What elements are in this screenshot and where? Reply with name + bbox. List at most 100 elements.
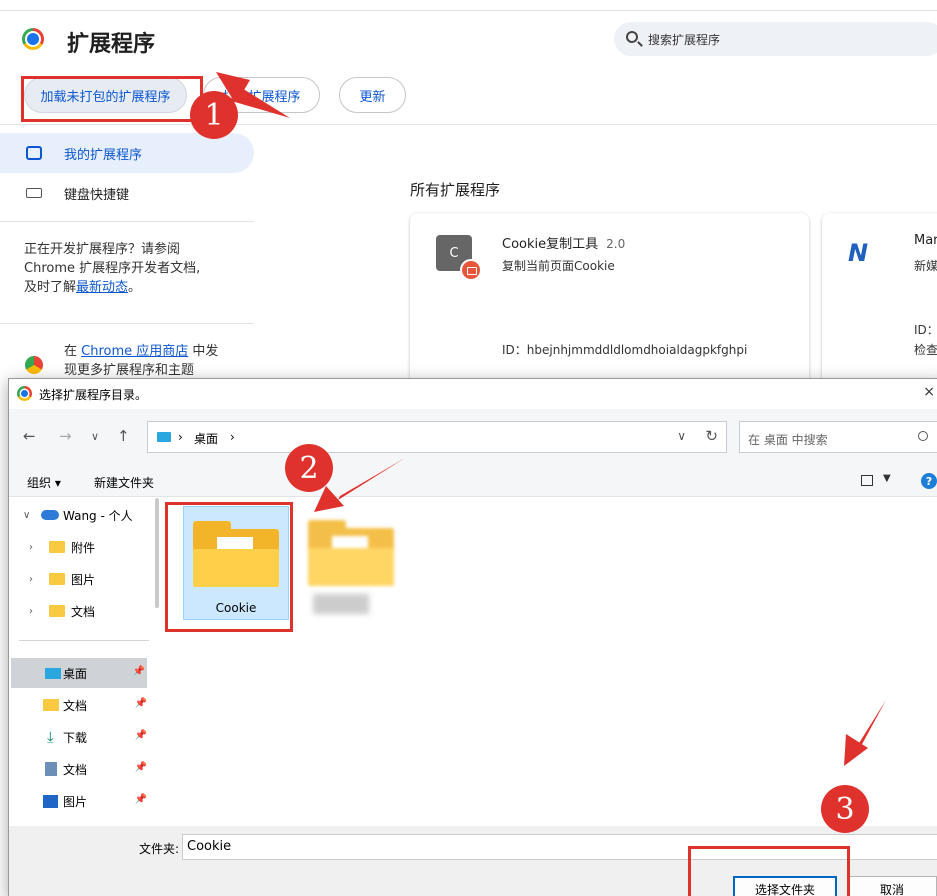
search-icon	[918, 431, 928, 441]
annotation-step-1: 1	[190, 91, 238, 139]
breadcrumb-separator-icon: ›	[178, 430, 183, 444]
update-button[interactable]: 更新	[339, 77, 406, 113]
sidebar-divider	[0, 221, 254, 222]
extensions-search-input[interactable]: 搜索扩展程序	[614, 22, 937, 56]
page-title: 扩展程序	[67, 32, 156, 57]
tree-item-label: 桌面	[63, 666, 88, 681]
caret-down-icon[interactable]: ▼	[883, 473, 891, 484]
pin-icon: 📌	[134, 762, 147, 773]
tree-item-label: 图片	[71, 572, 96, 587]
folder-search-placeholder: 在 桌面 中搜索	[748, 433, 828, 447]
command-bar: 组织 ▾ 新建文件夹 ▼ ?	[9, 465, 937, 497]
expand-arrow-icon[interactable]: ›	[29, 542, 33, 553]
sidebar-item-label: 键盘快捷键	[64, 187, 130, 203]
new-folder-button[interactable]: 新建文件夹	[94, 474, 154, 491]
tree-separator	[19, 640, 149, 641]
forward-arrow-icon[interactable]: →	[59, 427, 72, 445]
quick-access-desktop[interactable]: 桌面 📌	[11, 658, 147, 688]
tree-item-label: 图片	[63, 794, 88, 809]
cloud-icon	[41, 510, 59, 520]
blurred-folder-name	[313, 594, 369, 614]
quick-access-documents[interactable]: 文档 📌	[9, 690, 149, 720]
sidebar-divider	[0, 323, 254, 324]
annotation-step-2: 2	[285, 444, 333, 492]
puzzle-icon	[26, 146, 42, 160]
dev-info-text: 正在开发扩展程序？请参阅 Chrome 扩展程序开发者文档, 及时了解最新动态。	[24, 242, 201, 295]
extension-version: 2.0	[606, 237, 626, 251]
extension-id: ID：hbejnhjmmddldlomdhoialdagpkfghpi	[502, 343, 748, 357]
close-icon[interactable]: ×	[923, 384, 935, 400]
refresh-icon[interactable]: ↻	[705, 427, 718, 445]
breadcrumb-desktop[interactable]: 桌面	[194, 430, 218, 447]
sidebar-item-keyboard-shortcuts[interactable]: 键盘快捷键	[0, 173, 254, 213]
folder-icon	[49, 605, 65, 617]
latest-news-link[interactable]: 最新动态	[76, 280, 128, 295]
pin-icon: 📌	[132, 666, 145, 677]
top-border	[0, 10, 937, 11]
extension-description: 复制当前页面Cookie	[502, 259, 615, 273]
tree-item-label: 附件	[71, 540, 96, 555]
sidebar-item-label: 我的扩展程序	[64, 147, 143, 163]
breadcrumb-separator-icon: ›	[230, 430, 235, 444]
folder-search-input[interactable]: 在 桌面 中搜索	[739, 421, 937, 453]
extension-card-second[interactable]: N Mar 新媒 ID： 检查	[822, 213, 937, 393]
chevron-down-icon[interactable]: ∨	[677, 429, 686, 443]
tree-item-label: 下载	[63, 730, 88, 745]
annotation-box-3	[688, 846, 850, 896]
recent-dropdown-icon[interactable]: ∨	[91, 430, 99, 443]
folder-icon	[43, 699, 59, 711]
extension-description: 新媒	[914, 259, 937, 273]
extension-inspect: 检查	[914, 343, 937, 357]
quick-access-pictures[interactable]: 图片 📌	[9, 786, 149, 816]
tree-item-label: Wang - 个人	[63, 508, 133, 523]
extension-name: Cookie复制工具 2.0	[502, 237, 626, 252]
expand-arrow-icon[interactable]: ›	[29, 574, 33, 585]
dialog-titlebar: 选择扩展程序目录。 ×	[9, 379, 937, 409]
annotation-step-3: 3	[821, 785, 869, 833]
dialog-title: 选择扩展程序目录。	[39, 388, 148, 402]
keyboard-icon	[26, 188, 42, 198]
tree-item-pictures[interactable]: › 图片	[9, 564, 149, 594]
folder-icon	[49, 541, 65, 553]
address-bar[interactable]: › 桌面 › ∨ ↻	[147, 421, 727, 453]
extension-id: ID：	[914, 323, 937, 337]
annotation-box-1	[21, 76, 203, 122]
quick-access-downloads[interactable]: ⤓ 下载 📌	[9, 722, 149, 752]
up-arrow-icon[interactable]: ↑	[117, 427, 130, 445]
download-icon: ⤓	[47, 728, 54, 746]
chrome-store-link[interactable]: Chrome 应用商店	[81, 344, 188, 359]
view-options-icon[interactable]	[861, 475, 873, 486]
extension-card-cookie[interactable]: C Cookie复制工具 2.0 复制当前页面Cookie ID：hbejnhjm…	[410, 213, 809, 393]
store-info-text: 在 Chrome 应用商店 中发 现更多扩展程序和主题	[64, 344, 219, 378]
back-arrow-icon[interactable]: ←	[23, 427, 36, 445]
camera-badge-icon	[460, 259, 482, 281]
chrome-logo-icon	[17, 386, 32, 401]
pictures-icon	[43, 795, 58, 808]
quick-access-docs[interactable]: 文档 📌	[9, 754, 149, 784]
document-icon	[45, 762, 57, 776]
select-folder-dialog: 选择扩展程序目录。 × ← → ∨ ↑ › 桌面 › ∨ ↻ 在 桌面 中搜索 …	[8, 378, 937, 896]
help-icon[interactable]: ?	[921, 473, 937, 489]
extension-name: Mar	[914, 233, 937, 248]
desktop-icon	[157, 432, 171, 442]
search-placeholder: 搜索扩展程序	[648, 33, 721, 47]
tree-item-onedrive[interactable]: ∨ Wang - 个人	[9, 500, 149, 530]
extension-logo-icon: N	[848, 239, 869, 267]
all-extensions-title: 所有扩展程序	[410, 181, 501, 199]
expand-arrow-icon[interactable]: ›	[29, 606, 33, 617]
tree-scrollbar[interactable]	[155, 498, 159, 608]
navigation-tree: ∨ Wang - 个人 › 附件 › 图片 › 文档 桌面 📌 文档 📌 ⤓ 下…	[9, 498, 157, 826]
tree-item-attachments[interactable]: › 附件	[9, 532, 149, 562]
expand-arrow-icon[interactable]: ∨	[23, 510, 30, 521]
organize-button[interactable]: 组织 ▾	[27, 474, 61, 491]
folder-item-blurred[interactable]	[299, 506, 405, 620]
pin-icon: 📌	[134, 730, 147, 741]
tree-item-documents[interactable]: › 文档	[9, 596, 149, 626]
tree-item-label: 文档	[63, 698, 88, 713]
sidebar-item-my-extensions[interactable]: 我的扩展程序	[0, 133, 254, 173]
header-divider	[0, 124, 937, 125]
cancel-button[interactable]: 取消	[847, 876, 937, 896]
folder-icon	[49, 573, 65, 585]
dialog-navbar: ← → ∨ ↑ › 桌面 › ∨ ↻ 在 桌面 中搜索	[9, 409, 937, 465]
chrome-logo-icon	[22, 28, 44, 50]
